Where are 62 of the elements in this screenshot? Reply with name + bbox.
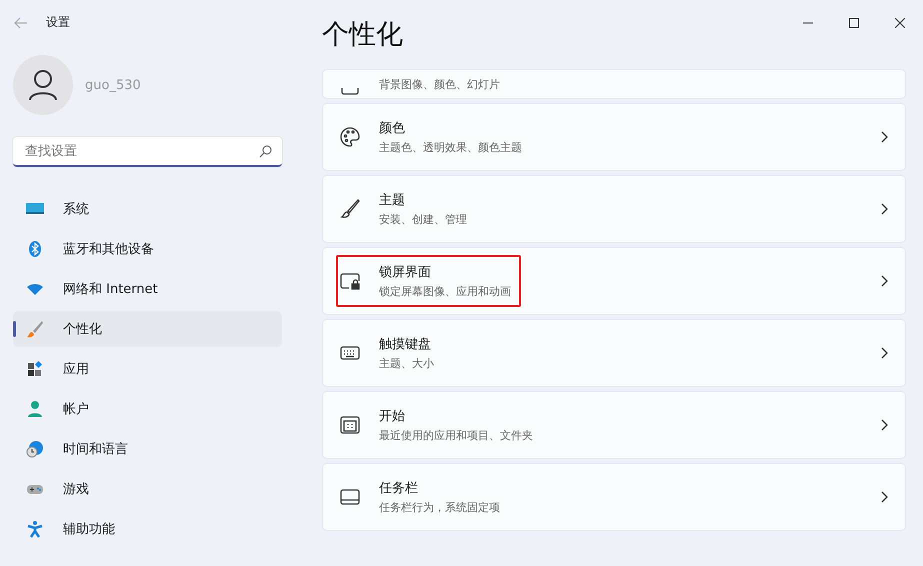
sidebar-item-label: 系统 [63, 201, 89, 218]
globe-clock-icon [25, 439, 45, 459]
card-subtitle: 最近使用的应用和项目、文件夹 [379, 428, 533, 443]
sidebar-item-label: 网络和 Internet [63, 281, 158, 298]
picture-icon [339, 88, 361, 96]
selection-indicator [13, 321, 16, 337]
chevron-icon[interactable] [881, 419, 889, 431]
chevron-icon[interactable] [881, 347, 889, 359]
sidebar-item[interactable]: 蓝牙和其他设备 [13, 231, 282, 267]
search-field[interactable]: 查找设置 [23, 142, 259, 160]
card-title: 主题 [379, 192, 406, 209]
card-subtitle: 锁定屏幕图像、应用和动画 [379, 284, 511, 299]
sidebar-item-label: 帐户 [63, 401, 89, 418]
search-icon [259, 144, 272, 158]
search-box[interactable]: 查找设置 [13, 137, 282, 167]
sidebar-item[interactable]: 应用 [13, 351, 282, 387]
sidebar-item[interactable]: 系统 [13, 191, 282, 227]
card-title: 触摸键盘 [379, 336, 432, 353]
sidebar-item[interactable]: 网络和 Internet [13, 271, 282, 307]
paintbrush-icon [25, 319, 45, 339]
settings-card[interactable]: 颜色 主题色、透明效果、颜色主题 [322, 103, 906, 171]
chevron-icon[interactable] [881, 203, 889, 215]
sidebar-item-label: 游戏 [63, 481, 89, 498]
settings-card[interactable]: 锁屏界面 锁定屏幕图像、应用和动画 [322, 247, 906, 315]
accessibility-icon [25, 519, 45, 539]
card-subtitle: 背景图像、颜色、幻灯片 [379, 77, 500, 93]
settings-card[interactable]: 触摸键盘 主题、大小 [322, 319, 906, 387]
user-name: guo_530 [85, 78, 141, 92]
window-title: 设置 [46, 14, 70, 31]
chevron-icon[interactable] [881, 491, 889, 503]
close-icon[interactable] [895, 18, 905, 28]
card-subtitle: 安装、创建、管理 [379, 212, 467, 227]
card-subtitle: 任务栏行为，系统固定项 [379, 500, 500, 515]
settings-card[interactable]: 任务栏 任务栏行为，系统固定项 [322, 463, 906, 531]
sidebar-item[interactable]: 辅助功能 [13, 511, 282, 547]
card-title: 锁屏界面 [379, 264, 432, 281]
sidebar-item[interactable]: 游戏 [13, 471, 282, 507]
chevron-icon[interactable] [881, 131, 889, 143]
card-title: 颜色 [379, 120, 406, 137]
sidebar-item-label: 辅助功能 [63, 521, 115, 538]
sidebar-item-label: 蓝牙和其他设备 [63, 241, 154, 258]
person-icon [25, 399, 45, 419]
sidebar-item-label: 时间和语言 [63, 441, 128, 458]
settings-card[interactable]: 背景图像、颜色、幻灯片 [322, 69, 906, 99]
sidebar-item-label: 个性化 [63, 321, 102, 338]
sidebar-item-label: 应用 [63, 361, 89, 378]
settings-card[interactable]: 主题 安装、创建、管理 [322, 175, 906, 243]
card-title: 任务栏 [379, 480, 419, 497]
card-subtitle: 主题、大小 [379, 356, 434, 371]
page-title: 个性化 [322, 18, 403, 52]
card-subtitle: 主题色、透明效果、颜色主题 [379, 140, 522, 155]
start-menu-icon [339, 414, 361, 436]
settings-card[interactable]: 开始 最近使用的应用和项目、文件夹 [322, 391, 906, 459]
chevron-icon[interactable] [881, 275, 889, 287]
sidebar-item[interactable]: 帐户 [13, 391, 282, 427]
maximize-icon[interactable] [849, 18, 859, 28]
palette-icon [339, 126, 361, 148]
sidebar-item[interactable]: 个性化 [13, 311, 282, 347]
sidebar-item[interactable]: 时间和语言 [13, 431, 282, 467]
paintbrush-icon [339, 198, 361, 220]
apps-icon [25, 359, 45, 379]
card-title: 开始 [379, 408, 406, 425]
